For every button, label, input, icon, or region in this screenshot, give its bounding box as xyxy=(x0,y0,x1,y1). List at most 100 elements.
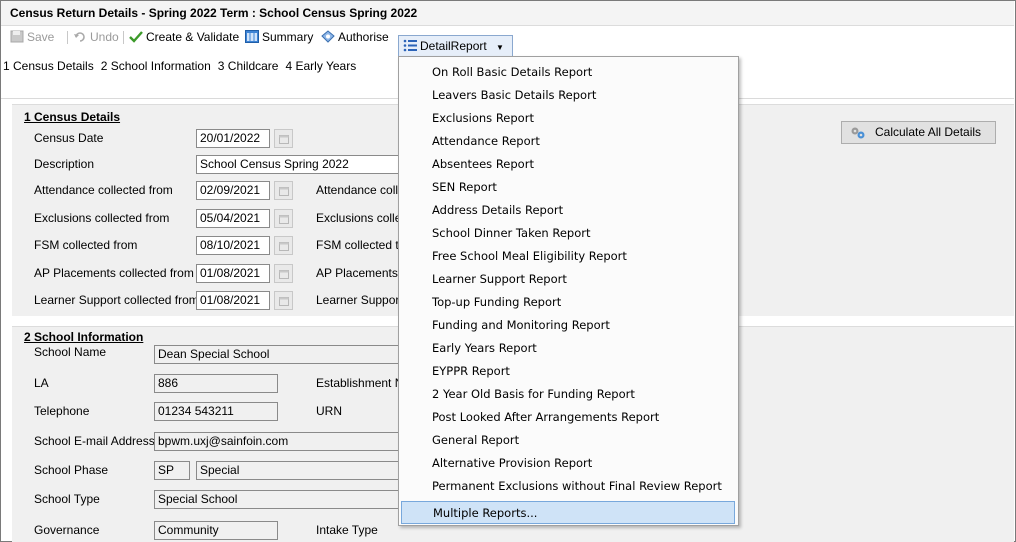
attendance-from-label: Attendance collected from xyxy=(34,183,173,197)
menu-item-attendance-report[interactable]: Attendance Report xyxy=(401,130,735,153)
attendance-from-field[interactable]: 02/09/2021 xyxy=(196,181,270,200)
intake-type-label: Intake Type xyxy=(316,523,378,537)
menu-item-on-roll-basic-details-report[interactable]: On Roll Basic Details Report xyxy=(401,61,735,84)
calculate-all-details-button[interactable]: Calculate All Details xyxy=(841,121,996,144)
ls-from-label: Learner Support collected from xyxy=(34,293,199,307)
menu-item-sen-report[interactable]: SEN Report xyxy=(401,176,735,199)
menu-item-absentees-report[interactable]: Absentees Report xyxy=(401,153,735,176)
detail-report-menu: On Roll Basic Details Report Leavers Bas… xyxy=(398,56,739,526)
school-phase-name-field[interactable]: Special xyxy=(196,461,406,480)
menu-item-general-report[interactable]: General Report xyxy=(401,429,735,452)
fsm-to-label: FSM collected to xyxy=(316,238,406,252)
school-type-label: School Type xyxy=(34,492,100,506)
menu-item-exclusions-report[interactable]: Exclusions Report xyxy=(401,107,735,130)
fsm-from-label: FSM collected from xyxy=(34,238,138,252)
governance-field[interactable]: Community xyxy=(154,521,278,540)
undo-button[interactable]: Undo xyxy=(73,29,119,46)
chevron-down-icon: ▼ xyxy=(496,43,504,52)
calendar-button[interactable] xyxy=(274,236,293,255)
calendar-icon xyxy=(279,215,289,224)
nav-link-census-details[interactable]: 1 Census Details xyxy=(3,59,94,73)
calendar-icon xyxy=(279,187,289,196)
telephone-label: Telephone xyxy=(34,404,90,418)
menu-item-leavers-basic-details-report[interactable]: Leavers Basic Details Report xyxy=(401,84,735,107)
la-label: LA xyxy=(34,376,49,390)
nav-link-childcare[interactable]: 3 Childcare xyxy=(218,59,279,73)
detail-report-dropdown-button[interactable]: DetailReport ▼ xyxy=(398,35,513,57)
exclusions-from-label: Exclusions collected from xyxy=(34,211,170,225)
exclusions-from-field[interactable]: 05/04/2021 xyxy=(196,209,270,228)
calendar-icon xyxy=(279,242,289,251)
ls-to-label: Learner Support xyxy=(316,293,403,307)
ap-to-label: AP Placements c xyxy=(316,266,408,280)
establishment-label: Establishment N xyxy=(316,376,404,390)
menu-item-fsm-eligibility-report[interactable]: Free School Meal Eligibility Report xyxy=(401,245,735,268)
calendar-icon xyxy=(279,297,289,306)
menu-item-2-year-old-basis-report[interactable]: 2 Year Old Basis for Funding Report xyxy=(401,383,735,406)
exclusions-to-label: Exclusions colle xyxy=(316,211,402,225)
calculate-all-label: Calculate All Details xyxy=(875,125,982,139)
summary-label: Summary xyxy=(262,30,314,44)
school-phase-label: School Phase xyxy=(34,463,109,477)
calendar-button[interactable] xyxy=(274,291,293,310)
calendar-button[interactable] xyxy=(274,181,293,200)
calendar-button[interactable] xyxy=(274,129,293,148)
window-title: Census Return Details - Spring 2022 Term… xyxy=(1,1,1014,26)
calendar-icon xyxy=(279,135,289,144)
nav-link-early-years[interactable]: 4 Early Years xyxy=(285,59,356,73)
census-date-field[interactable]: 20/01/2022 xyxy=(196,129,270,148)
school-phase-code-field[interactable]: SP xyxy=(154,461,190,480)
calendar-button[interactable] xyxy=(274,209,293,228)
telephone-field[interactable]: 01234 543211 xyxy=(154,402,278,421)
summary-button[interactable]: Summary xyxy=(245,29,313,46)
menu-item-address-details-report[interactable]: Address Details Report xyxy=(401,199,735,222)
save-label: Save xyxy=(27,30,55,44)
school-name-field[interactable]: Dean Special School xyxy=(154,345,406,364)
authorise-icon xyxy=(321,30,335,43)
menu-item-top-up-funding-report[interactable]: Top-up Funding Report xyxy=(401,291,735,314)
governance-label: Governance xyxy=(34,523,100,537)
ls-from-field[interactable]: 01/08/2021 xyxy=(196,291,270,310)
calendar-icon xyxy=(279,270,289,279)
save-button[interactable]: Save xyxy=(10,29,54,46)
gears-icon xyxy=(851,127,865,139)
menu-item-post-looked-after-report[interactable]: Post Looked After Arrangements Report xyxy=(401,406,735,429)
attendance-to-label: Attendance colle xyxy=(316,183,405,197)
census-date-label: Census Date xyxy=(34,131,104,145)
menu-item-early-years-report[interactable]: Early Years Report xyxy=(401,337,735,360)
menu-item-permanent-exclusions-report[interactable]: Permanent Exclusions without Final Revie… xyxy=(401,475,735,498)
email-label: School E-mail Address xyxy=(34,434,155,448)
calendar-button[interactable] xyxy=(274,264,293,283)
detail-report-label: DetailReport xyxy=(420,39,487,53)
school-type-field[interactable]: Special School xyxy=(154,490,406,509)
school-name-label: School Name xyxy=(34,345,107,359)
nav-link-school-information[interactable]: 2 School Information xyxy=(101,59,211,73)
authorise-label: Authorise xyxy=(338,30,389,44)
menu-item-alternative-provision-report[interactable]: Alternative Provision Report xyxy=(401,452,735,475)
email-field[interactable]: bpwm.uxj@sainfoin.com xyxy=(154,432,406,451)
description-field[interactable]: School Census Spring 2022 xyxy=(196,155,406,174)
ap-from-field[interactable]: 01/08/2021 xyxy=(196,264,270,283)
menu-item-funding-and-monitoring-report[interactable]: Funding and Monitoring Report xyxy=(401,314,735,337)
description-label: Description xyxy=(34,157,95,171)
summary-icon xyxy=(245,30,259,43)
list-icon xyxy=(403,39,417,52)
fsm-from-field[interactable]: 08/10/2021 xyxy=(196,236,270,255)
create-validate-label: Create & Validate xyxy=(146,30,240,44)
census-details-heading: 1 Census Details xyxy=(24,110,121,124)
urn-label: URN xyxy=(316,404,342,418)
menu-item-learner-support-report[interactable]: Learner Support Report xyxy=(401,268,735,291)
checkmark-icon xyxy=(129,31,143,43)
save-icon xyxy=(10,30,24,43)
undo-label: Undo xyxy=(90,30,119,44)
menu-item-multiple-reports[interactable]: Multiple Reports... xyxy=(401,501,735,524)
menu-item-eyppr-report[interactable]: EYPPR Report xyxy=(401,360,735,383)
menu-item-school-dinner-taken-report[interactable]: School Dinner Taken Report xyxy=(401,222,735,245)
toolbar-separator xyxy=(67,31,68,44)
authorise-button[interactable]: Authorise xyxy=(321,29,389,46)
la-field[interactable]: 886 xyxy=(154,374,278,393)
school-information-heading: 2 School Information xyxy=(24,330,144,344)
toolbar-separator xyxy=(123,31,124,44)
create-validate-button[interactable]: Create & Validate xyxy=(129,29,239,46)
undo-icon xyxy=(74,32,85,42)
